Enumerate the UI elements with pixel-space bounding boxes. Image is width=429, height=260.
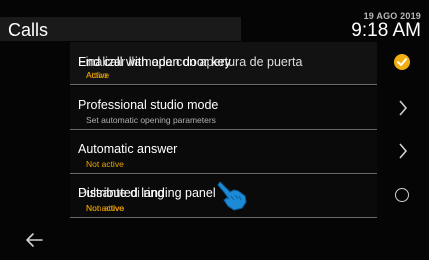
setting-label: Professional studio mode	[78, 98, 219, 112]
radio-icon[interactable]	[395, 188, 409, 202]
pointing-hand-icon	[214, 178, 252, 214]
setting-row-professional-studio[interactable]: Professional studio mode Set automatic o…	[70, 87, 377, 130]
check-icon[interactable]	[394, 54, 410, 70]
setting-label-overlay: Pulsante di ring	[78, 186, 165, 200]
setting-status-overlay: Attivo	[86, 70, 108, 80]
page-title: Calls	[8, 20, 49, 40]
calls-screen: Calls 19 AGO 2019 9:18 AM End call with …	[0, 0, 429, 260]
setting-label: Automatic answer	[78, 142, 178, 156]
arrow-left-icon[interactable]	[24, 232, 44, 248]
setting-row-automatic-answer[interactable]: Automatic answer Not active	[70, 131, 377, 174]
setting-status: Not active	[86, 159, 124, 169]
chevron-right-icon[interactable]	[397, 99, 409, 117]
chevron-right-icon[interactable]	[397, 142, 409, 160]
setting-row-end-call[interactable]: End call with open door key Finalizar ll…	[70, 42, 377, 85]
setting-label-overlay: Finalizar llamada con apertura de puerta	[78, 55, 303, 69]
setting-description: Set automatic opening parameters	[86, 115, 216, 125]
time-display: 9:18 AM	[351, 20, 421, 41]
setting-status-overlay: Non attivo	[86, 203, 125, 213]
